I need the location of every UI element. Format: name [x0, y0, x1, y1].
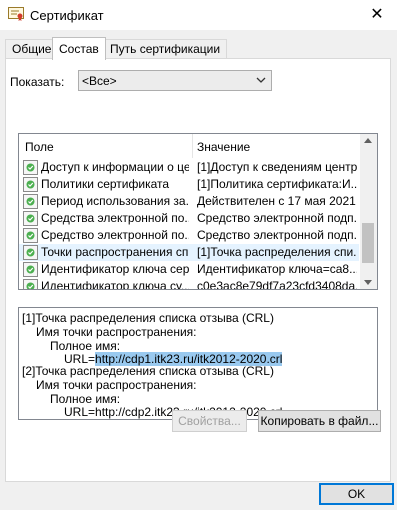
list-row[interactable]: Идентификатор ключа су... c0e3ac8e79df7a…: [19, 278, 359, 290]
tab-certification-path[interactable]: Путь сертификации: [103, 39, 228, 59]
list-scrollbar[interactable]: [360, 134, 377, 289]
list-row[interactable]: Средства электронной по... Средство элек…: [19, 210, 359, 227]
list-row[interactable]: Идентификатор ключа сер... Идентификатор…: [19, 261, 359, 278]
detail-line: Имя точки распространения:: [36, 378, 197, 392]
list-row[interactable]: Период использования за... Действителен …: [19, 193, 359, 210]
scroll-down-icon[interactable]: [364, 280, 372, 285]
column-header-field[interactable]: Поле: [25, 140, 54, 154]
field-icon: [23, 194, 38, 209]
field-icon: [23, 211, 38, 226]
field-icon: [23, 279, 38, 289]
dialog-body: Общие Состав Путь сертификации Показать:…: [0, 30, 397, 510]
column-header-value[interactable]: Значение: [197, 140, 250, 154]
column-divider[interactable]: [192, 134, 193, 158]
row-field: Идентификатор ключа су...: [41, 279, 189, 290]
field-icon: [23, 228, 38, 243]
field-icon: [23, 262, 38, 277]
tab-general[interactable]: Общие: [5, 39, 59, 59]
row-field: Политики сертификата: [41, 177, 170, 191]
row-value: [1]Точка распределения спи...: [197, 245, 357, 259]
row-value: [1]Доступ к сведениям центр...: [197, 160, 357, 174]
row-value: [1]Политика сертификата:И...: [197, 177, 357, 191]
row-value: Средство электронной подп...: [197, 228, 357, 242]
tab-details[interactable]: Состав: [52, 37, 106, 60]
row-field: Средство электронной по...: [41, 228, 189, 242]
field-icon: [23, 160, 38, 175]
row-value: Средство электронной подп...: [197, 211, 357, 225]
row-value: Идентификатор ключа=ca8...: [197, 262, 357, 276]
detail-line: Полное имя:: [50, 392, 121, 406]
list-row[interactable]: Политики сертификата [1]Политика сертифи…: [19, 176, 359, 193]
detail-line: [1]Точка распределения списка отзыва (CR…: [22, 311, 274, 325]
row-field: Доступ к информации о це...: [41, 160, 189, 174]
list-header: Поле Значение: [19, 134, 359, 158]
show-filter-label: Показать:: [10, 75, 65, 89]
field-value-textbox[interactable]: [1]Точка распределения списка отзыва (CR…: [18, 307, 378, 420]
show-filter-select[interactable]: <Все>: [78, 70, 272, 91]
chevron-down-icon: [256, 77, 266, 83]
detail-line: Имя точки распространения:: [36, 325, 197, 339]
certificate-icon: [8, 7, 24, 21]
row-value: Действителен с 17 мая 2021 ...: [197, 194, 357, 208]
detail-line: Полное имя:: [50, 339, 121, 353]
list-row[interactable]: Доступ к информации о це... [1]Доступ к …: [19, 159, 359, 176]
field-icon: [23, 245, 38, 260]
field-icon: [23, 177, 38, 192]
list-row-selected[interactable]: Точки распространения спи... [1]Точка ра…: [19, 244, 359, 261]
list-row[interactable]: Средство электронной по... Средство элек…: [19, 227, 359, 244]
fields-list[interactable]: Поле Значение Доступ к информации о це..…: [18, 133, 378, 290]
copy-to-file-button[interactable]: Копировать в файл...: [258, 410, 381, 432]
detail-line: [2]Точка распределения списка отзыва (CR…: [22, 364, 274, 378]
row-field: Идентификатор ключа сер...: [41, 262, 189, 276]
properties-button[interactable]: Свойства...: [172, 410, 247, 432]
show-filter-value: <Все>: [82, 74, 117, 88]
close-icon[interactable]: ✕: [357, 0, 397, 30]
row-field: Период использования за...: [41, 194, 189, 208]
title-bar: Сертификат ✕: [0, 0, 397, 30]
row-field: Средства электронной по...: [41, 211, 189, 225]
row-value: c0e3ac8e79df7a23cfd3408da...: [197, 279, 357, 290]
ok-button[interactable]: OK: [319, 483, 394, 505]
row-field: Точки распространения спи...: [41, 245, 189, 259]
window-title: Сертификат: [30, 8, 104, 23]
scroll-thumb[interactable]: [362, 223, 374, 263]
scroll-up-icon[interactable]: [364, 138, 372, 143]
